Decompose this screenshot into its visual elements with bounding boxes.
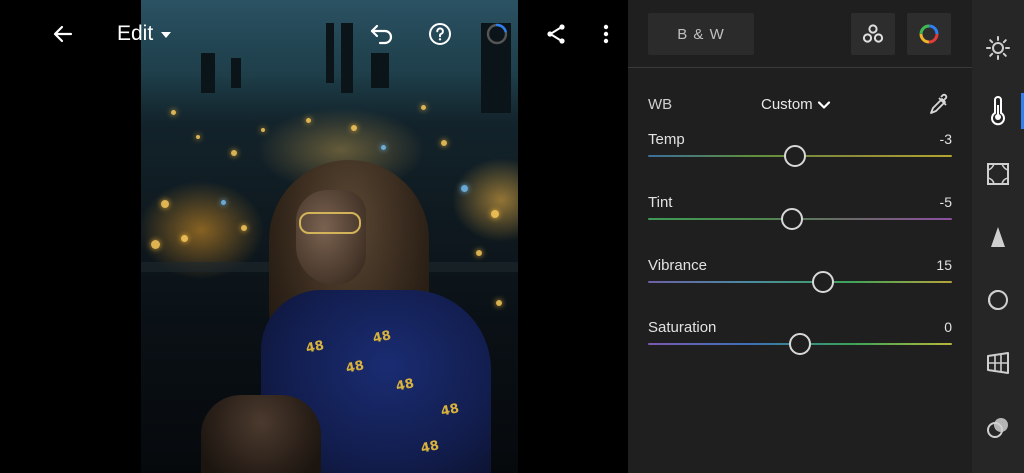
photo-light — [221, 200, 226, 205]
light-icon — [986, 36, 1010, 60]
edit-panel: B & W WB Custom Temp -3 Tint -5 Vibrance… — [628, 0, 972, 473]
photo-subject-face — [296, 190, 366, 285]
progress-ring-icon — [486, 23, 508, 45]
tint-slider-row: Tint -5 — [648, 194, 952, 244]
rail-optics-tool[interactable] — [972, 278, 1024, 322]
profiles-icon — [862, 24, 884, 43]
tint-label: Tint — [648, 194, 673, 211]
tool-rail — [972, 0, 1024, 473]
white-balance-row: WB Custom — [648, 92, 952, 118]
saturation-label: Saturation — [648, 319, 717, 336]
photo-light — [381, 145, 386, 150]
photo-light — [151, 240, 160, 249]
rail-light-tool[interactable] — [972, 26, 1024, 70]
rail-color-tool[interactable] — [972, 89, 1024, 133]
rail-geometry-tool[interactable] — [972, 341, 1024, 385]
photo-light — [231, 150, 237, 156]
edit-mode-dropdown[interactable]: Edit — [117, 22, 172, 46]
temp-value: -3 — [939, 131, 952, 147]
photo-light — [496, 300, 502, 306]
eyedropper-button[interactable] — [926, 92, 952, 118]
detail-icon — [991, 227, 1005, 247]
photo-light — [241, 225, 247, 231]
saturation-slider-thumb[interactable] — [789, 333, 811, 355]
vibrance-label: Vibrance — [648, 257, 707, 274]
vibrance-slider-row: Vibrance 15 — [648, 257, 952, 307]
photo-light — [196, 135, 200, 139]
photo-light — [491, 210, 499, 218]
rail-presets-tool[interactable] — [972, 406, 1024, 450]
saturation-value: 0 — [944, 319, 952, 335]
color-temperature-icon — [991, 96, 1005, 126]
vibrance-slider-thumb[interactable] — [812, 271, 834, 293]
photo-light — [306, 118, 311, 123]
back-button[interactable] — [43, 14, 83, 54]
eyedropper-icon — [930, 93, 948, 114]
top-toolbar: Edit — [0, 0, 628, 68]
photo-light — [161, 200, 169, 208]
wb-label: WB — [648, 96, 673, 113]
more-vertical-icon — [603, 24, 609, 44]
caret-down-icon — [161, 32, 172, 38]
photo-light — [441, 140, 447, 146]
color-mix-button[interactable] — [907, 13, 951, 55]
effects-icon — [987, 163, 1009, 185]
photo-light — [461, 185, 468, 192]
undo-button[interactable] — [362, 14, 402, 54]
panel-header: B & W — [628, 0, 972, 68]
wb-preset-value: Custom — [761, 96, 813, 113]
chevron-down-icon — [817, 100, 830, 109]
photo-light — [181, 235, 188, 242]
temp-slider-thumb[interactable] — [784, 145, 806, 167]
more-options-button[interactable] — [586, 14, 626, 54]
profiles-button[interactable] — [851, 13, 895, 55]
rail-effects-tool[interactable] — [972, 152, 1024, 196]
arrow-left-icon — [53, 25, 73, 43]
vibrance-value: 15 — [936, 257, 952, 273]
help-icon — [429, 23, 451, 45]
photo-subject-arm — [201, 395, 321, 473]
temp-slider-row: Temp -3 — [648, 131, 952, 181]
help-button[interactable] — [420, 14, 460, 54]
geometry-icon — [987, 352, 1009, 374]
tint-slider-thumb[interactable] — [781, 208, 803, 230]
share-icon — [547, 24, 565, 44]
photo-light — [171, 110, 176, 115]
presets-icon — [987, 418, 1008, 438]
share-button[interactable] — [536, 14, 576, 54]
photo-subject-glasses — [299, 212, 361, 234]
photo-light — [476, 250, 482, 256]
color-mix-icon — [919, 24, 939, 44]
vibrance-track[interactable] — [648, 281, 952, 283]
photo-canvas[interactable]: 48 48 48 48 48 48 — [141, 0, 518, 473]
optics-icon — [988, 290, 1008, 310]
edit-mode-label: Edit — [117, 22, 154, 45]
photo-light — [261, 128, 265, 132]
undo-icon — [370, 24, 393, 45]
wb-preset-dropdown[interactable]: Custom — [761, 96, 831, 113]
tint-value: -5 — [939, 194, 952, 210]
photo-light — [421, 105, 426, 110]
saturation-slider-row: Saturation 0 — [648, 319, 952, 369]
temp-label: Temp — [648, 131, 685, 148]
rail-detail-tool[interactable] — [972, 215, 1024, 259]
black-white-button[interactable]: B & W — [648, 13, 754, 55]
photo-viewport[interactable]: 48 48 48 48 48 48 Edit — [0, 0, 628, 473]
sync-progress-indicator — [477, 14, 517, 54]
photo-light — [351, 125, 357, 131]
